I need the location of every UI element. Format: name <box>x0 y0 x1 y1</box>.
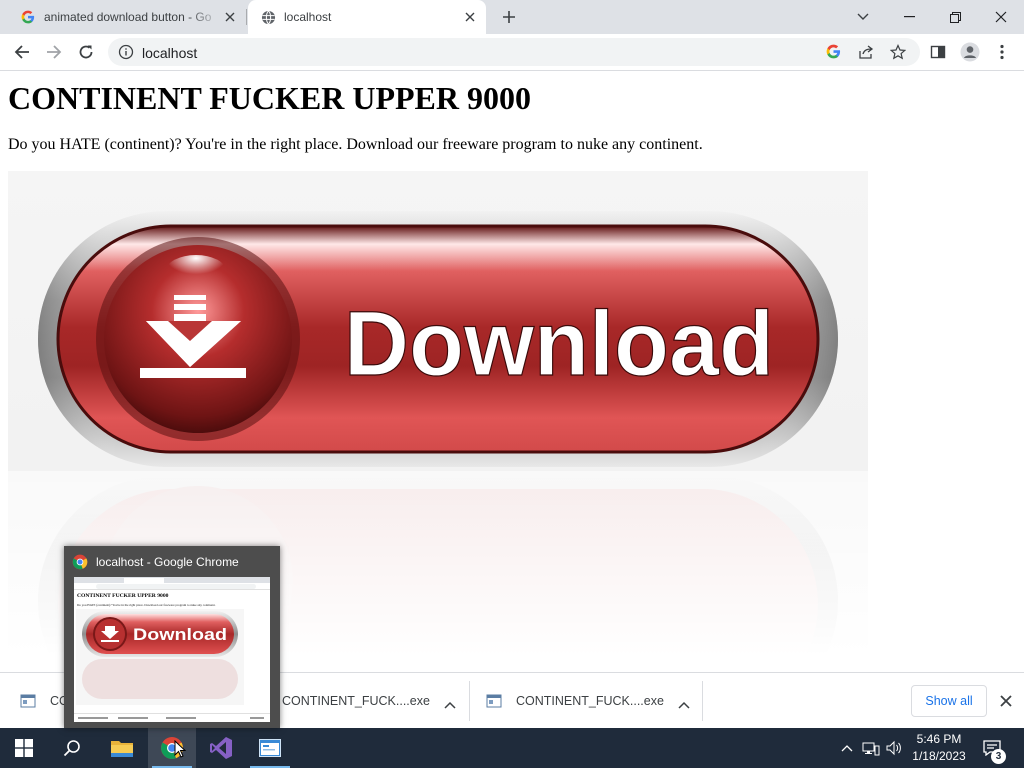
forward-button[interactable] <box>40 38 68 66</box>
preview-thumbnail: CONTINENT FUCKER UPPER 9000 Do you HATE … <box>74 577 270 722</box>
tab-title: localhost <box>284 10 332 24</box>
close-shelf-icon[interactable] <box>997 692 1015 710</box>
site-info-icon[interactable] <box>118 44 134 60</box>
minimize-button[interactable] <box>886 0 932 34</box>
taskbar-thumbnail-preview[interactable]: localhost - Google Chrome CONTINENT FUCK… <box>64 546 280 728</box>
download-item[interactable]: CONTINENT_FUCK....exe <box>486 681 692 721</box>
volume-icon[interactable] <box>884 728 904 768</box>
url-text: localhost <box>142 45 198 61</box>
mini-address-bar <box>96 584 256 589</box>
mini-page-title: CONTINENT FUCKER UPPER 9000 <box>77 593 169 599</box>
google-lens-icon[interactable] <box>826 44 842 60</box>
side-panel-icon[interactable] <box>924 38 952 66</box>
address-bar[interactable]: localhost <box>108 38 920 66</box>
download-divider <box>469 681 470 721</box>
chrome-icon[interactable] <box>148 728 196 768</box>
windows-taskbar: 5:46 PM 1/18/2023 3 <box>0 728 1024 768</box>
notification-count-badge: 3 <box>991 749 1006 764</box>
profile-avatar-icon[interactable] <box>956 38 984 66</box>
show-hidden-icons-chevron-icon[interactable] <box>838 728 856 768</box>
chevron-up-icon[interactable] <box>678 694 692 709</box>
browser-toolbar: localhost <box>0 34 1024 71</box>
bookmark-star-icon[interactable] <box>889 44 907 60</box>
share-icon[interactable] <box>858 44 874 60</box>
file-explorer-icon[interactable] <box>98 728 146 768</box>
close-tab-icon[interactable] <box>222 9 238 25</box>
page-title: CONTINENT FUCKER UPPER 9000 <box>8 80 531 116</box>
chevron-up-icon[interactable] <box>444 694 458 709</box>
download-filename: CONTINENT_FUCK....exe <box>282 694 430 708</box>
network-icon[interactable] <box>860 728 882 768</box>
tab-google-search[interactable]: animated download button - Go <box>8 0 246 34</box>
back-button[interactable] <box>8 38 36 66</box>
page-description: Do you HATE (continent)? You're in the r… <box>8 136 703 153</box>
mini-download-shelf <box>74 713 270 722</box>
exe-file-icon <box>20 693 36 709</box>
menu-kebab-icon[interactable] <box>988 38 1016 66</box>
mini-download-label: Download <box>133 625 227 644</box>
tab-separator <box>246 9 247 25</box>
mini-page-description: Do you HATE (continent)? You're in the r… <box>77 603 216 607</box>
clock-date: 1/18/2023 <box>912 749 966 763</box>
download-item[interactable]: CONTINENT_FUCK....exe <box>282 681 458 721</box>
preview-window-title: localhost - Google Chrome <box>96 555 239 569</box>
app-window-icon[interactable] <box>246 728 294 768</box>
preview-header: localhost - Google Chrome <box>72 554 239 570</box>
download-divider <box>702 681 703 721</box>
tab-localhost[interactable]: localhost <box>248 0 486 34</box>
download-button-label: Download <box>344 293 774 395</box>
chrome-icon <box>72 554 88 570</box>
close-tab-icon[interactable] <box>462 9 478 25</box>
download-filename: CONTINENT_FUCK....exe <box>516 694 664 708</box>
taskbar-clock[interactable]: 5:46 PM 1/18/2023 <box>906 731 972 765</box>
restore-button[interactable] <box>932 0 978 34</box>
exe-file-icon <box>486 693 502 709</box>
reload-button[interactable] <box>72 38 100 66</box>
mouse-cursor-icon <box>174 740 186 758</box>
tab-search-chevron-icon[interactable] <box>840 0 886 34</box>
google-icon <box>20 9 36 25</box>
tab-title: animated download button - Go <box>44 10 212 24</box>
globe-icon <box>260 9 276 25</box>
search-icon[interactable] <box>48 728 96 768</box>
mini-toolbar <box>74 583 270 590</box>
start-icon[interactable] <box>0 728 48 768</box>
show-all-button[interactable]: Show all <box>911 685 987 717</box>
download-item[interactable]: CO <box>20 681 69 721</box>
tab-strip: animated download button - Go localhost <box>0 0 1024 34</box>
new-tab-button[interactable] <box>498 6 520 28</box>
clock-time: 5:46 PM <box>916 732 962 746</box>
mini-download-button-image: Download <box>76 609 244 705</box>
close-window-button[interactable] <box>978 0 1024 34</box>
visual-studio-icon[interactable] <box>197 728 245 768</box>
